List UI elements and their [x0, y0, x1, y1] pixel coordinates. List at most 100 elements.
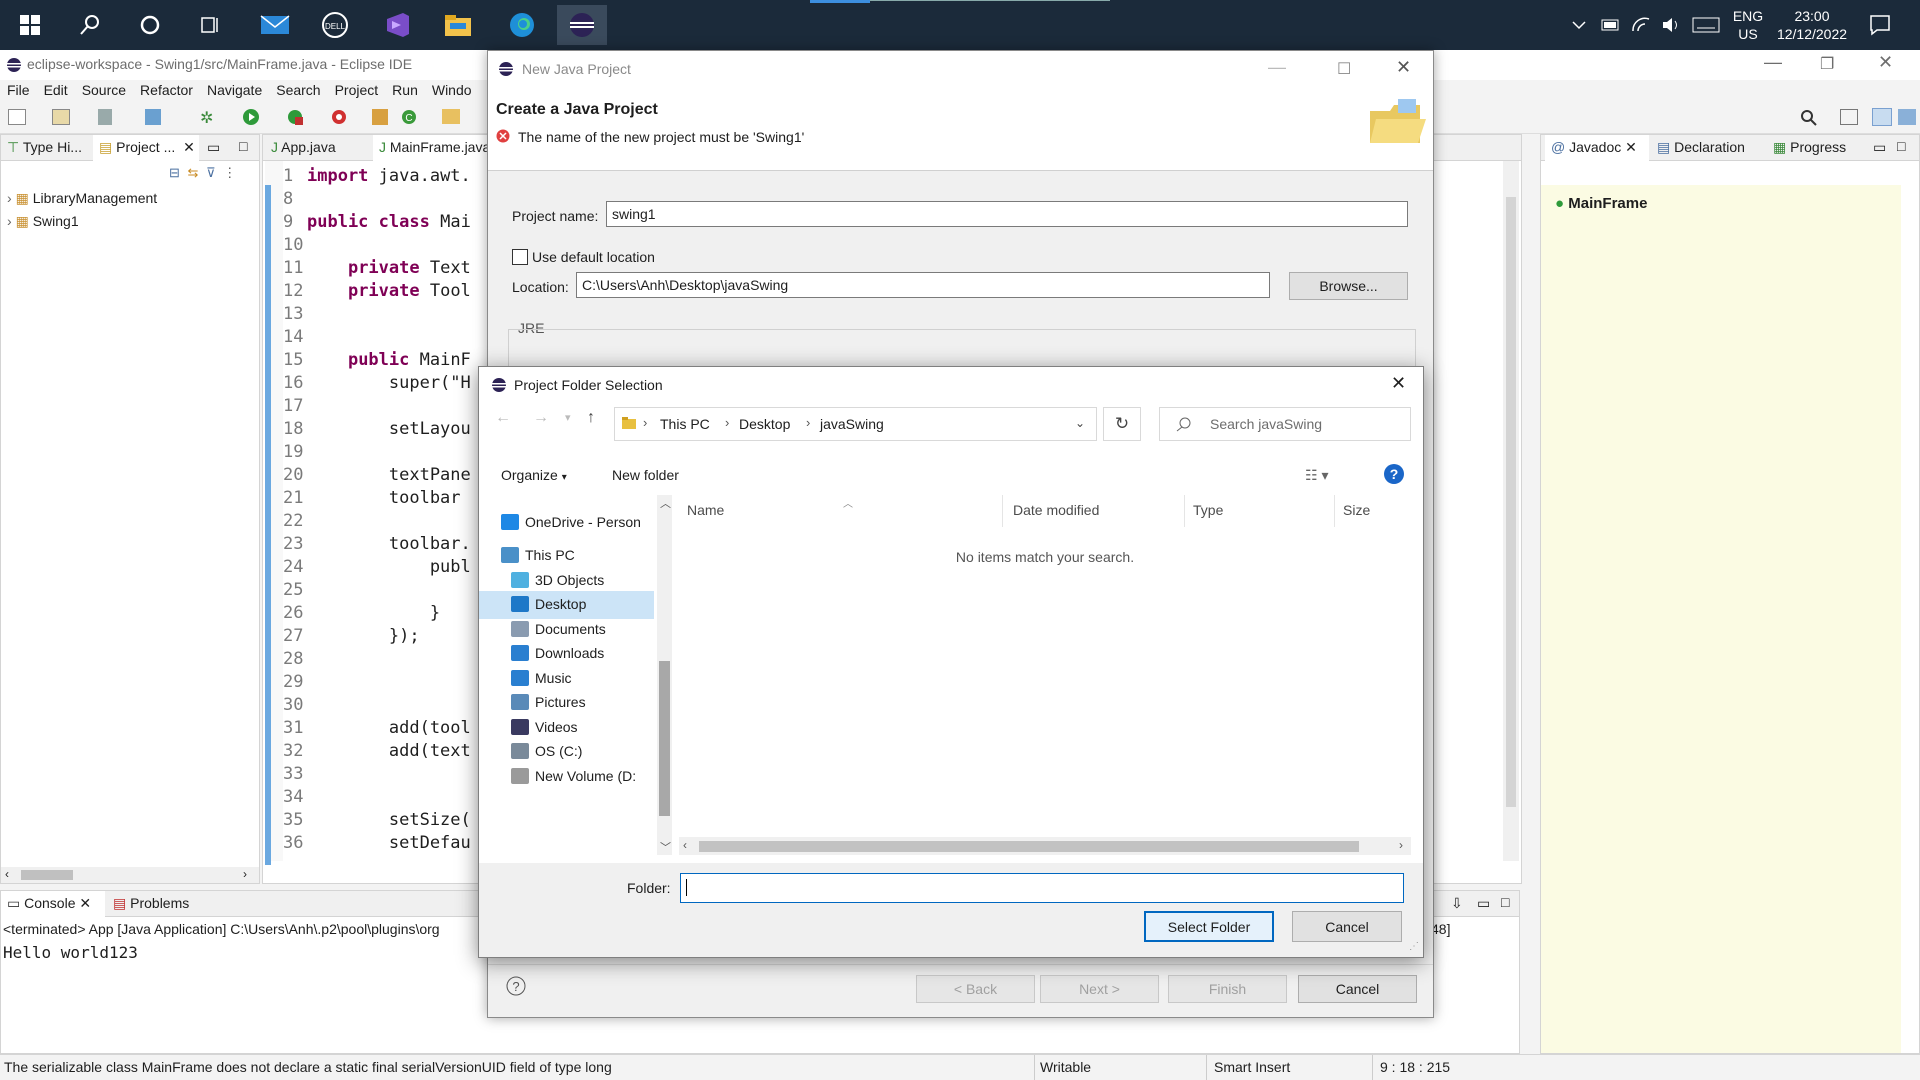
- location-field[interactable]: C:\Users\Anh\Desktop\javaSwing: [576, 272, 1270, 298]
- tab-console[interactable]: ▭ Console ✕: [1, 891, 105, 917]
- tab-javadoc[interactable]: @ Javadoc ✕: [1545, 135, 1649, 161]
- breadcrumb-this-pc[interactable]: This PC: [660, 416, 710, 432]
- debug-icon[interactable]: ✲: [200, 108, 213, 128]
- java-perspective-icon[interactable]: [1872, 108, 1892, 126]
- minimize-view-icon[interactable]: ▭: [1477, 895, 1490, 912]
- menu-window[interactable]: Windo: [425, 80, 479, 100]
- maximize-view-icon[interactable]: □: [1501, 894, 1509, 910]
- battery-icon[interactable]: [1598, 0, 1624, 50]
- close-button[interactable]: ✕: [1878, 52, 1893, 73]
- search-toolbar-icon[interactable]: [1800, 109, 1818, 130]
- file-list-horizontal-scrollbar[interactable]: ‹ ›: [679, 837, 1411, 855]
- tab-app-java[interactable]: J App.java: [265, 135, 371, 161]
- tab-progress[interactable]: ▦ Progress: [1767, 135, 1863, 161]
- browse-button[interactable]: Browse...: [1289, 272, 1408, 300]
- keyboard-icon[interactable]: [1690, 0, 1722, 50]
- tab-mainframe-java[interactable]: J MainFrame.java: [373, 135, 493, 161]
- run-icon[interactable]: [242, 108, 260, 129]
- recent-locations-icon[interactable]: ▾: [565, 411, 571, 424]
- windows-start-icon[interactable]: [5, 5, 55, 45]
- view-menu-icon[interactable]: ⋮: [223, 165, 236, 180]
- new-class-icon[interactable]: C: [400, 108, 418, 129]
- refresh-icon[interactable]: ↻: [1103, 407, 1141, 441]
- new-icon[interactable]: [8, 109, 26, 125]
- tab-type-hierarchy[interactable]: ⊤ Type Hi...: [1, 135, 91, 161]
- tree-item-swing1[interactable]: › ▦ Swing1: [7, 210, 157, 233]
- nav-item-onedrive-person[interactable]: OneDrive - Person: [479, 509, 654, 537]
- use-default-location-checkbox[interactable]: [512, 249, 528, 265]
- resize-grip-icon[interactable]: ⋰: [1409, 941, 1419, 952]
- open-perspective-icon[interactable]: [1840, 109, 1858, 125]
- filter-icon[interactable]: ⊽: [206, 165, 216, 180]
- forward-arrow-icon[interactable]: →: [533, 409, 549, 427]
- editor-vertical-scrollbar[interactable]: [1503, 161, 1519, 861]
- back-button[interactable]: < Back: [916, 975, 1035, 1003]
- help-icon[interactable]: ?: [506, 976, 526, 999]
- menu-search[interactable]: Search: [269, 80, 327, 100]
- link-editor-icon[interactable]: ⇆: [188, 165, 199, 180]
- column-date-modified[interactable]: Date modified: [1005, 495, 1185, 527]
- address-bar[interactable]: › This PC › Desktop › javaSwing ⌄: [614, 407, 1097, 441]
- nav-item-this-pc[interactable]: This PC: [479, 542, 654, 570]
- nav-scrollbar[interactable]: ︿ ﹀: [657, 495, 672, 855]
- column-name[interactable]: Name: [679, 495, 1003, 527]
- visual-studio-icon[interactable]: [372, 5, 422, 45]
- maximize-view-icon[interactable]: □: [1897, 138, 1905, 154]
- help-icon[interactable]: ?: [1383, 463, 1405, 488]
- minimize-button[interactable]: —: [1268, 57, 1286, 78]
- task-view-icon[interactable]: [185, 5, 235, 45]
- save-icon[interactable]: [98, 109, 112, 125]
- eclipse-taskbar-icon[interactable]: [557, 5, 607, 45]
- cancel-button[interactable]: Cancel: [1298, 975, 1417, 1003]
- back-arrow-icon[interactable]: ←: [495, 409, 511, 427]
- wifi-icon[interactable]: [1628, 0, 1654, 50]
- restore-button[interactable]: ❐: [1820, 54, 1834, 74]
- nav-item-new-volume-d[interactable]: New Volume (D:: [479, 763, 654, 791]
- select-folder-button[interactable]: Select Folder: [1144, 911, 1274, 942]
- menu-file[interactable]: File: [0, 80, 37, 100]
- notification-icon[interactable]: [1862, 0, 1898, 50]
- maximize-view-icon[interactable]: □: [239, 138, 247, 154]
- nav-item-downloads[interactable]: Downloads: [479, 640, 654, 668]
- dell-icon[interactable]: DELL: [310, 5, 360, 45]
- tab-problems[interactable]: ▤ Problems: [107, 891, 207, 917]
- menu-project[interactable]: Project: [328, 80, 386, 100]
- organize-button[interactable]: Organize ▾: [501, 467, 567, 483]
- chevron-up-icon[interactable]: [1568, 0, 1590, 50]
- project-name-field[interactable]: swing1: [606, 201, 1408, 227]
- volume-icon[interactable]: [1658, 0, 1684, 50]
- open-console-icon[interactable]: ⇩: [1451, 895, 1463, 912]
- chevron-down-icon[interactable]: ⌄: [1075, 416, 1085, 430]
- maximize-button[interactable]: ☐: [1337, 59, 1351, 79]
- nav-item-desktop[interactable]: Desktop: [479, 591, 654, 619]
- collapse-all-icon[interactable]: ⊟: [169, 165, 180, 180]
- minimize-view-icon[interactable]: ▭: [1873, 139, 1886, 156]
- new-folder-button[interactable]: New folder: [612, 467, 679, 483]
- nav-item-os-c[interactable]: OS (C:): [479, 738, 654, 766]
- file-explorer-icon[interactable]: [433, 5, 483, 45]
- open-icon[interactable]: [52, 109, 70, 125]
- folder-input[interactable]: [680, 873, 1404, 903]
- menu-edit[interactable]: Edit: [37, 80, 75, 100]
- view-options-icon[interactable]: ☷ ▾: [1305, 467, 1328, 484]
- minimize-button[interactable]: —: [1764, 52, 1782, 73]
- mail-icon[interactable]: [250, 5, 300, 45]
- run-external-icon[interactable]: [286, 108, 304, 129]
- column-size[interactable]: Size: [1335, 495, 1411, 527]
- column-type[interactable]: Type: [1185, 495, 1335, 527]
- menu-source[interactable]: Source: [75, 80, 133, 100]
- search-icon[interactable]: [65, 5, 115, 45]
- breadcrumb-javaswing[interactable]: javaSwing: [820, 416, 884, 432]
- up-arrow-icon[interactable]: ↑: [587, 409, 595, 427]
- tab-project-explorer[interactable]: ▤ Project ... ✕: [93, 135, 199, 161]
- javadoc-class-item[interactable]: ● MainFrame: [1555, 195, 1647, 212]
- new-java-package-icon[interactable]: [372, 109, 388, 125]
- language-indicator[interactable]: ENG US: [1728, 0, 1768, 50]
- terminal-icon[interactable]: [145, 109, 161, 125]
- minimize-view-icon[interactable]: ▭: [207, 139, 220, 156]
- breadcrumb-desktop[interactable]: Desktop: [739, 416, 790, 432]
- search-box[interactable]: Search javaSwing: [1159, 407, 1411, 441]
- menu-navigate[interactable]: Navigate: [200, 80, 269, 100]
- menu-refactor[interactable]: Refactor: [133, 80, 200, 100]
- horizontal-scrollbar[interactable]: ‹ ›: [1, 867, 259, 883]
